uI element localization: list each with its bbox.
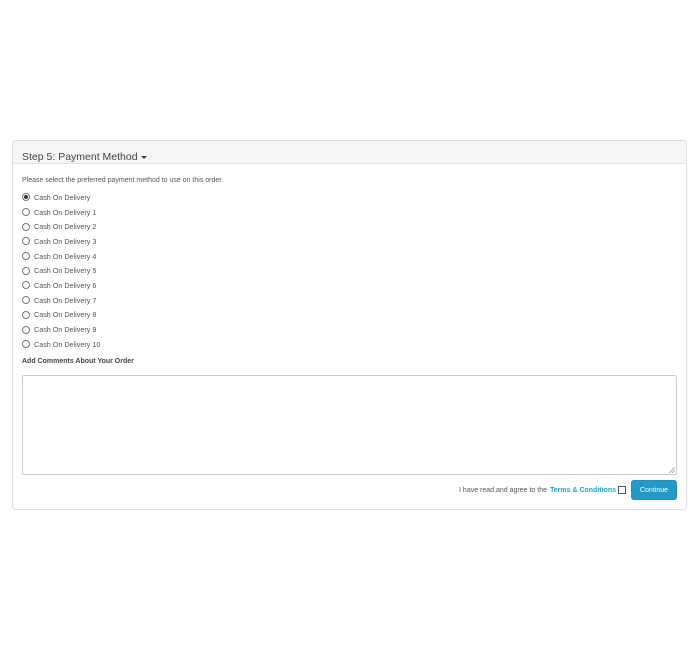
payment-option-label: Cash On Delivery 9 [34,325,97,335]
payment-option-label: Cash On Delivery 7 [34,295,97,305]
payment-option[interactable]: Cash On Delivery 10 [22,337,677,352]
payment-option[interactable]: Cash On Delivery 9 [22,322,677,337]
radio-selected-dot [24,195,28,200]
payment-option[interactable]: Cash On Delivery 3 [22,234,677,249]
radio-button[interactable] [22,222,30,231]
payment-option-label: Cash On Delivery 2 [34,222,97,232]
payment-option[interactable]: Cash On Delivery 5 [22,263,677,278]
caret-down-icon [140,156,147,159]
payment-options-list: Cash On Delivery Cash On Delivery 1 Cash O… [22,190,677,352]
payment-option-label: Cash On Delivery 1 [34,207,97,217]
payment-option[interactable]: Cash On Delivery 7 [22,293,677,308]
payment-option-label: Cash On Delivery 4 [34,251,97,261]
radio-button[interactable] [22,252,30,261]
agree-text: I have read and agree to the [459,486,548,494]
payment-option[interactable]: Cash On Delivery 4 [22,249,677,264]
radio-button[interactable] [22,325,30,334]
payment-option[interactable]: Cash On Delivery 6 [22,278,677,293]
radio-button[interactable] [22,340,30,349]
radio-button[interactable] [22,310,30,319]
radio-button[interactable] [22,281,30,290]
payment-method-panel: Step 5: Payment Method Please select the… [12,140,687,510]
payment-option-label: Cash On Delivery [34,192,91,202]
payment-option[interactable]: Cash On Delivery 1 [22,205,677,220]
panel-heading: Step 5: Payment Method [13,141,686,164]
payment-option-label: Cash On Delivery 6 [34,280,97,290]
comments-label: Add Comments About Your Order [22,357,134,365]
payment-option[interactable]: Cash On Delivery 2 [22,219,677,234]
radio-button[interactable] [22,237,30,246]
radio-button[interactable] [22,193,30,202]
payment-option-label: Cash On Delivery 3 [34,236,97,246]
payment-option[interactable]: Cash On Delivery 8 [22,308,677,323]
panel-title-toggle[interactable]: Step 5: Payment Method [22,151,147,163]
comments-textarea[interactable] [22,374,677,475]
payment-option-label: Cash On Delivery 5 [34,266,97,276]
radio-button[interactable] [22,266,30,275]
payment-option-label: Cash On Delivery 8 [34,310,97,320]
panel-title: Step 5: Payment Method [22,151,138,163]
terms-conditions-link[interactable]: Terms & Conditions [550,487,616,494]
payment-option[interactable]: Cash On Delivery [22,190,677,205]
continue-button[interactable]: Continue [631,480,677,500]
panel-body: Please select the preferred payment meth… [13,164,686,475]
agree-row: I have read and agree to the Terms & Con… [459,480,677,500]
resize-grip-icon[interactable] [669,466,675,473]
agree-checkbox[interactable] [618,486,626,494]
radio-button[interactable] [22,208,30,217]
radio-button[interactable] [22,296,30,305]
payment-intro: Please select the preferred payment meth… [22,177,224,184]
payment-option-label: Cash On Delivery 10 [34,339,101,349]
